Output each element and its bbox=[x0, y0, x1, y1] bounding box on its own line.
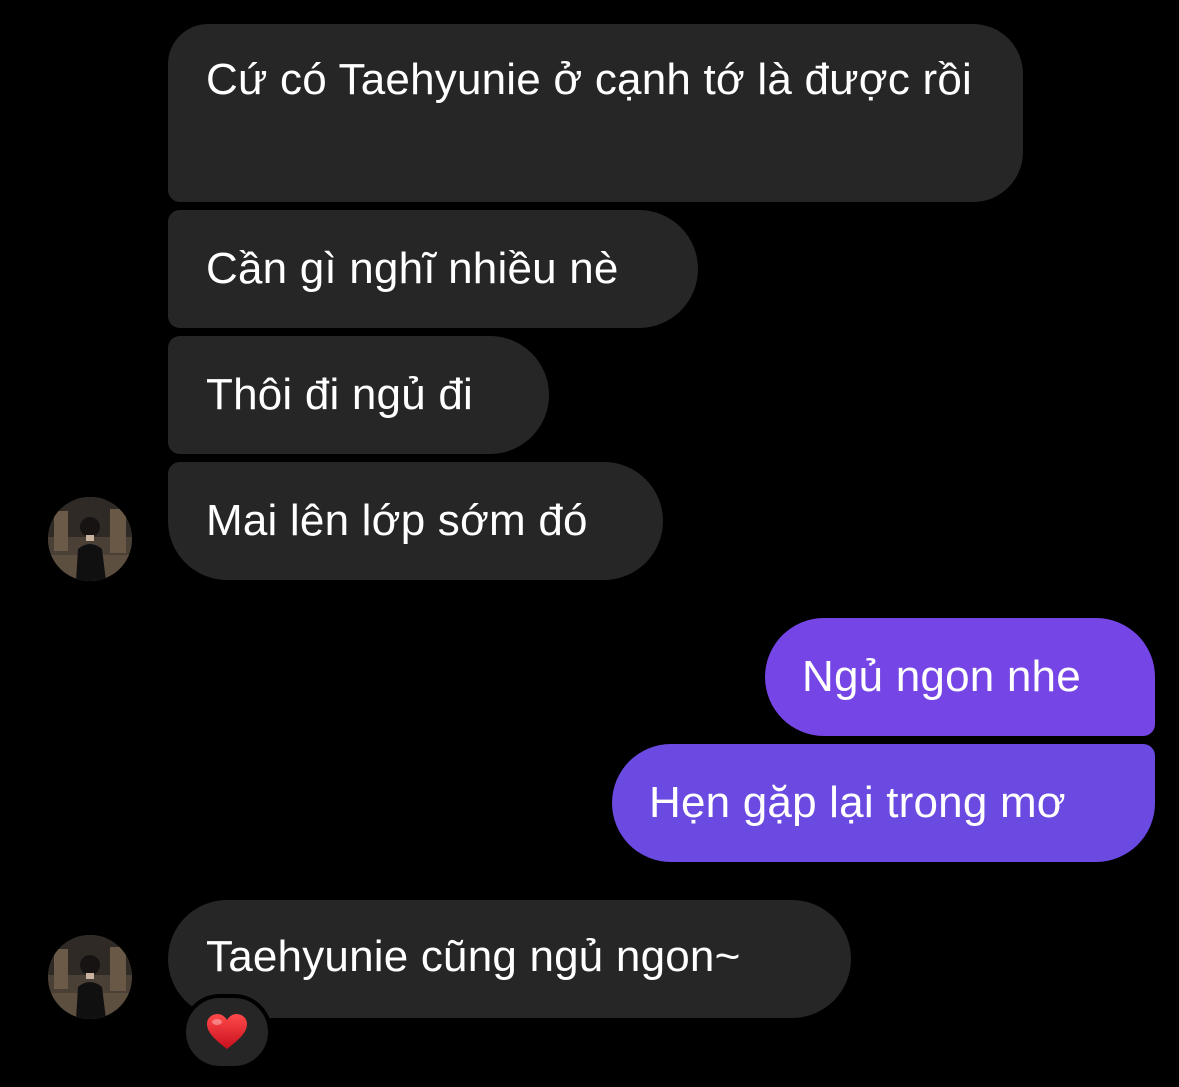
incoming-message-bubble[interactable]: Cần gì nghĩ nhiều nè bbox=[168, 210, 698, 328]
incoming-message-bubble[interactable]: Taehyunie cũng ngủ ngon~ bbox=[168, 900, 851, 1018]
message-text: Thôi đi ngủ đi bbox=[206, 370, 473, 419]
sender-avatar[interactable] bbox=[48, 935, 132, 1019]
incoming-message-bubble[interactable]: Thôi đi ngủ đi bbox=[168, 336, 549, 454]
message-text: Hẹn gặp lại trong mơ bbox=[649, 778, 1066, 827]
outgoing-message-bubble[interactable]: Hẹn gặp lại trong mơ bbox=[612, 744, 1155, 862]
heart-icon bbox=[207, 1014, 247, 1049]
incoming-message-bubble[interactable]: Mai lên lớp sớm đó bbox=[168, 462, 663, 580]
sender-avatar[interactable] bbox=[48, 497, 132, 581]
avatar-photo-icon bbox=[48, 497, 132, 581]
message-text: Cứ có Taehyunie ở cạnh tớ là được rồi bbox=[206, 55, 972, 104]
reaction-badge[interactable] bbox=[182, 994, 272, 1070]
outgoing-message-bubble[interactable]: Ngủ ngon nhe bbox=[765, 618, 1155, 736]
incoming-message-bubble[interactable]: Cứ có Taehyunie ở cạnh tớ là được rồi bbox=[168, 24, 1023, 202]
message-text: Ngủ ngon nhe bbox=[802, 652, 1081, 701]
message-thread: Cứ có Taehyunie ở cạnh tớ là được rồi Cầ… bbox=[0, 0, 1179, 1087]
message-text: Cần gì nghĩ nhiều nè bbox=[206, 244, 619, 293]
message-text: Taehyunie cũng ngủ ngon~ bbox=[206, 932, 741, 981]
message-text: Mai lên lớp sớm đó bbox=[206, 496, 588, 545]
avatar-photo-icon bbox=[48, 935, 132, 1019]
